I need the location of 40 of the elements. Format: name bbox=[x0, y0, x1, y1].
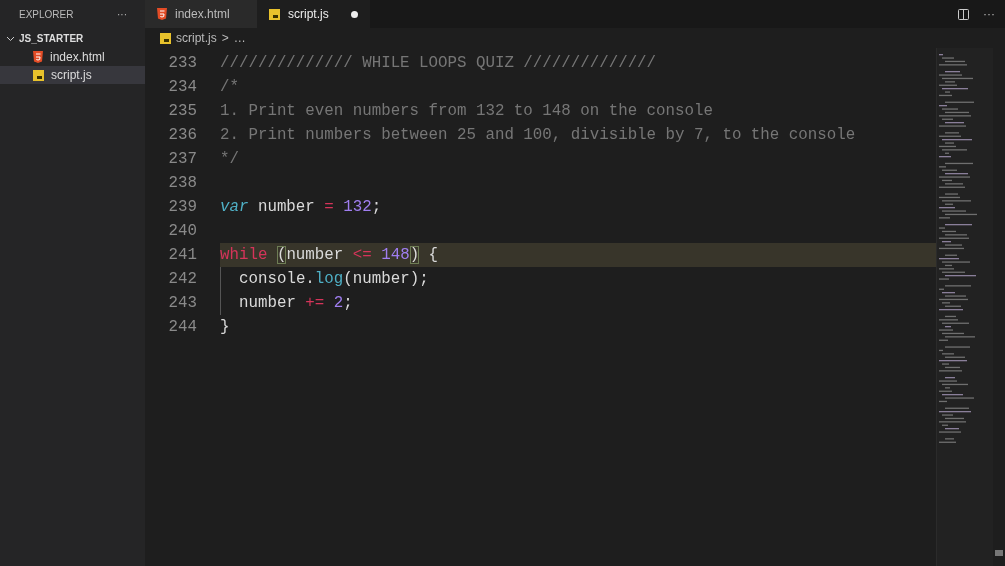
code-line: */ bbox=[220, 149, 239, 170]
more-actions-button[interactable]: ··· bbox=[117, 8, 127, 20]
folder-item[interactable]: JS_STARTER bbox=[0, 28, 145, 48]
more-actions-button[interactable]: ··· bbox=[983, 7, 995, 21]
line-number: 235 bbox=[167, 102, 197, 120]
breadcrumb-item[interactable]: script.js bbox=[176, 31, 217, 45]
split-editor-icon[interactable] bbox=[958, 8, 969, 20]
code-line: while (number <= 148) { bbox=[220, 245, 439, 266]
line-number: 239 bbox=[167, 198, 197, 216]
file-item[interactable]: index.html bbox=[0, 48, 145, 66]
code-line: number += 2; bbox=[239, 293, 353, 314]
breadcrumb-separator: > bbox=[221, 31, 229, 45]
code-line: /* bbox=[220, 77, 239, 98]
line-number: 234 bbox=[167, 78, 197, 96]
line-number: 240 bbox=[167, 222, 197, 240]
code-line: 2. Print numbers between 25 and 100, divisible by 7, to the console bbox=[220, 125, 856, 146]
explorer-title: EXPLORER bbox=[19, 8, 74, 20]
js-file-icon bbox=[269, 8, 280, 20]
line-number: 242 bbox=[167, 270, 197, 288]
code-line: console.log(number); bbox=[239, 269, 429, 290]
editor-tab[interactable]: index.html bbox=[145, 0, 257, 28]
editor-tab[interactable]: script.js bbox=[257, 0, 370, 28]
file-item[interactable]: script.js bbox=[0, 66, 145, 84]
line-number: 237 bbox=[167, 150, 197, 168]
breadcrumb-item[interactable]: … bbox=[233, 31, 246, 45]
code-line: 1. Print even numbers from 132 to 148 on the console bbox=[220, 101, 713, 122]
code-line: var number = 132; bbox=[220, 197, 382, 218]
line-number: 241 bbox=[167, 246, 197, 264]
line-number: 244 bbox=[167, 318, 197, 336]
line-number: 233 bbox=[167, 54, 197, 72]
line-number: 243 bbox=[167, 294, 197, 312]
line-number: 236 bbox=[167, 126, 197, 144]
line-number: 238 bbox=[167, 174, 197, 192]
html-file-icon bbox=[157, 8, 167, 20]
js-file-icon bbox=[160, 32, 171, 44]
html-file-icon bbox=[33, 51, 43, 63]
scrollbar-thumb[interactable] bbox=[995, 550, 1003, 556]
code-line: ////////////// WHILE LOOPS QUIZ ////////////// bbox=[220, 53, 657, 74]
code-line: } bbox=[220, 317, 230, 338]
js-file-icon bbox=[33, 69, 44, 81]
